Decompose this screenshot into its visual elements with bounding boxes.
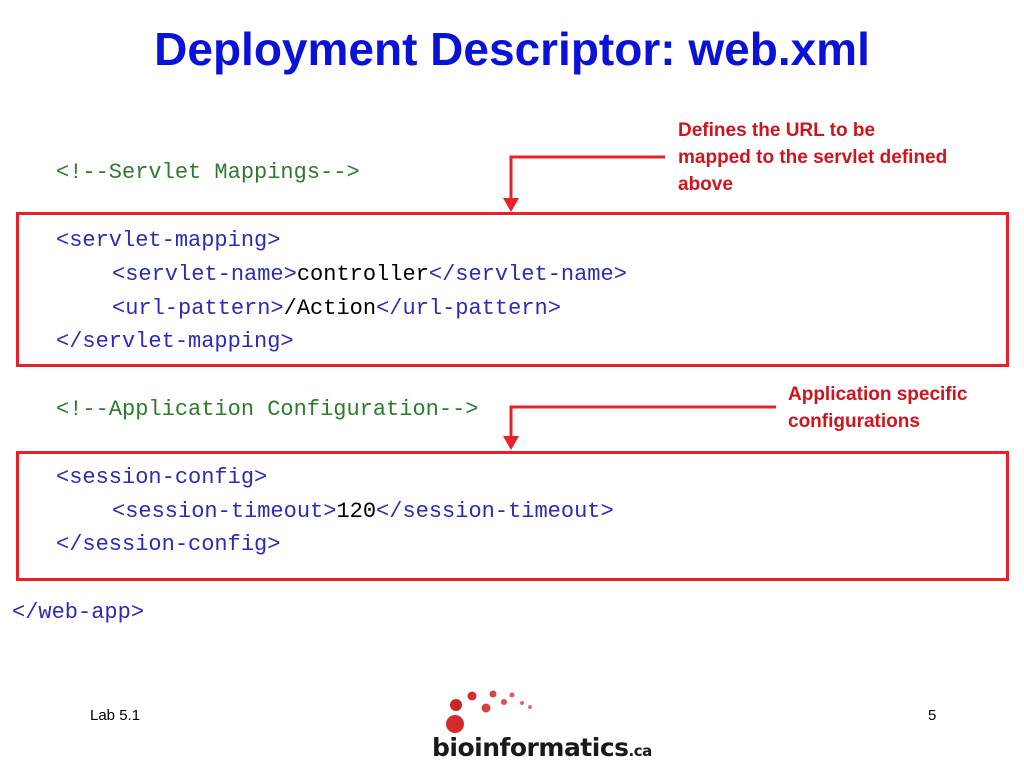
mapping-annotation-line: mapped to the servlet defined [678,147,948,168]
config-annotation-line: Application specific [788,384,968,405]
config-annotation: Application specific configurations [788,381,967,435]
mapping-arrowhead-icon [503,198,519,212]
mapping-annotation-line: above [678,174,733,195]
slide-page-number: 5 [928,707,937,724]
config-arrowhead-icon [503,436,519,450]
logo-domain-suffix: .ca [628,742,653,760]
mapping-callout-arrow [509,155,665,200]
mapping-annotation-line: Defines the URL to be [678,120,876,141]
config-callout-arrow [509,405,776,438]
bioinformatics-logo-text: bioinformatics.ca [432,733,652,762]
logo-wordmark: bioinformatics [432,733,629,762]
mapping-annotation: Defines the URL to be mapped to the serv… [678,117,947,198]
config-annotation-line: configurations [788,411,920,432]
footer-lab-label: Lab 5.1 [90,707,141,724]
bioinformatics-logo-dots-icon [446,690,532,733]
